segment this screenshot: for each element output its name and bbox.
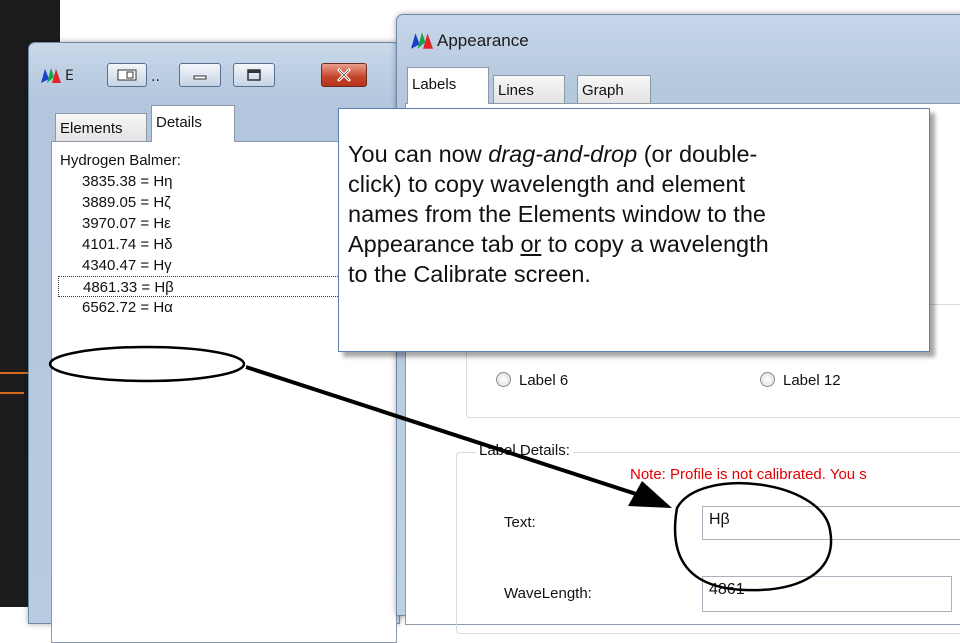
callout-line-1: You can now drag-and-drop (or double- <box>348 139 921 169</box>
tab-graph[interactable]: Graph <box>577 75 651 103</box>
callout-line-5: to the Calibrate screen. <box>348 261 591 287</box>
callout-text: Appearance tab <box>348 231 521 257</box>
callout-underlined-text: or <box>520 231 542 257</box>
callout-line-3: names from the Elements window to the <box>348 201 766 227</box>
tab-labels[interactable]: Labels <box>407 67 489 104</box>
restore-icon <box>117 69 137 81</box>
radio-label-text: Label 6 <box>519 372 569 389</box>
title-ellipsis: .. <box>151 69 160 85</box>
tab-details[interactable]: Details <box>151 105 235 142</box>
app-spectrum-icon <box>411 32 433 49</box>
info-callout: You can now drag-and-drop (or double- cl… <box>338 108 930 352</box>
callout-text: (or double- <box>637 141 758 167</box>
close-icon <box>337 68 351 82</box>
radio-label-6[interactable]: Label 6 <box>496 372 568 389</box>
maximize-button[interactable] <box>233 63 275 87</box>
window-title: E <box>65 68 74 84</box>
calibration-note: Note: Profile is not calibrated. You s <box>630 466 867 483</box>
restore-button[interactable] <box>107 63 147 87</box>
radio-circle <box>496 372 511 387</box>
close-button[interactable] <box>321 63 367 87</box>
label-details-legend: Label Details: <box>476 442 573 459</box>
callout-line-4: Appearance tab or to copy a wavelength <box>348 229 921 259</box>
wavelength-field-label: WaveLength: <box>504 585 592 602</box>
radio-label-text: Label 12 <box>783 372 841 389</box>
orange-tick <box>0 392 24 394</box>
minimize-icon <box>193 75 207 80</box>
text-input[interactable]: Hβ <box>702 506 960 540</box>
window-title: Appearance <box>437 31 529 50</box>
callout-text: You can now <box>348 141 489 167</box>
callout-text: to copy a wavelength <box>541 231 769 257</box>
text-field-label: Text: <box>504 514 536 531</box>
maximize-icon <box>247 69 261 81</box>
callout-line-2: click) to copy wavelength and element <box>348 171 746 197</box>
minimize-button[interactable] <box>179 63 221 87</box>
orange-tick <box>0 372 28 374</box>
radio-circle <box>760 372 775 387</box>
tab-elements[interactable]: Elements <box>55 113 147 141</box>
radio-label-12[interactable]: Label 12 <box>760 372 841 389</box>
tab-lines[interactable]: Lines <box>493 75 565 103</box>
callout-italic-text: drag-and-drop <box>488 141 638 167</box>
app-spectrum-icon <box>41 68 61 83</box>
